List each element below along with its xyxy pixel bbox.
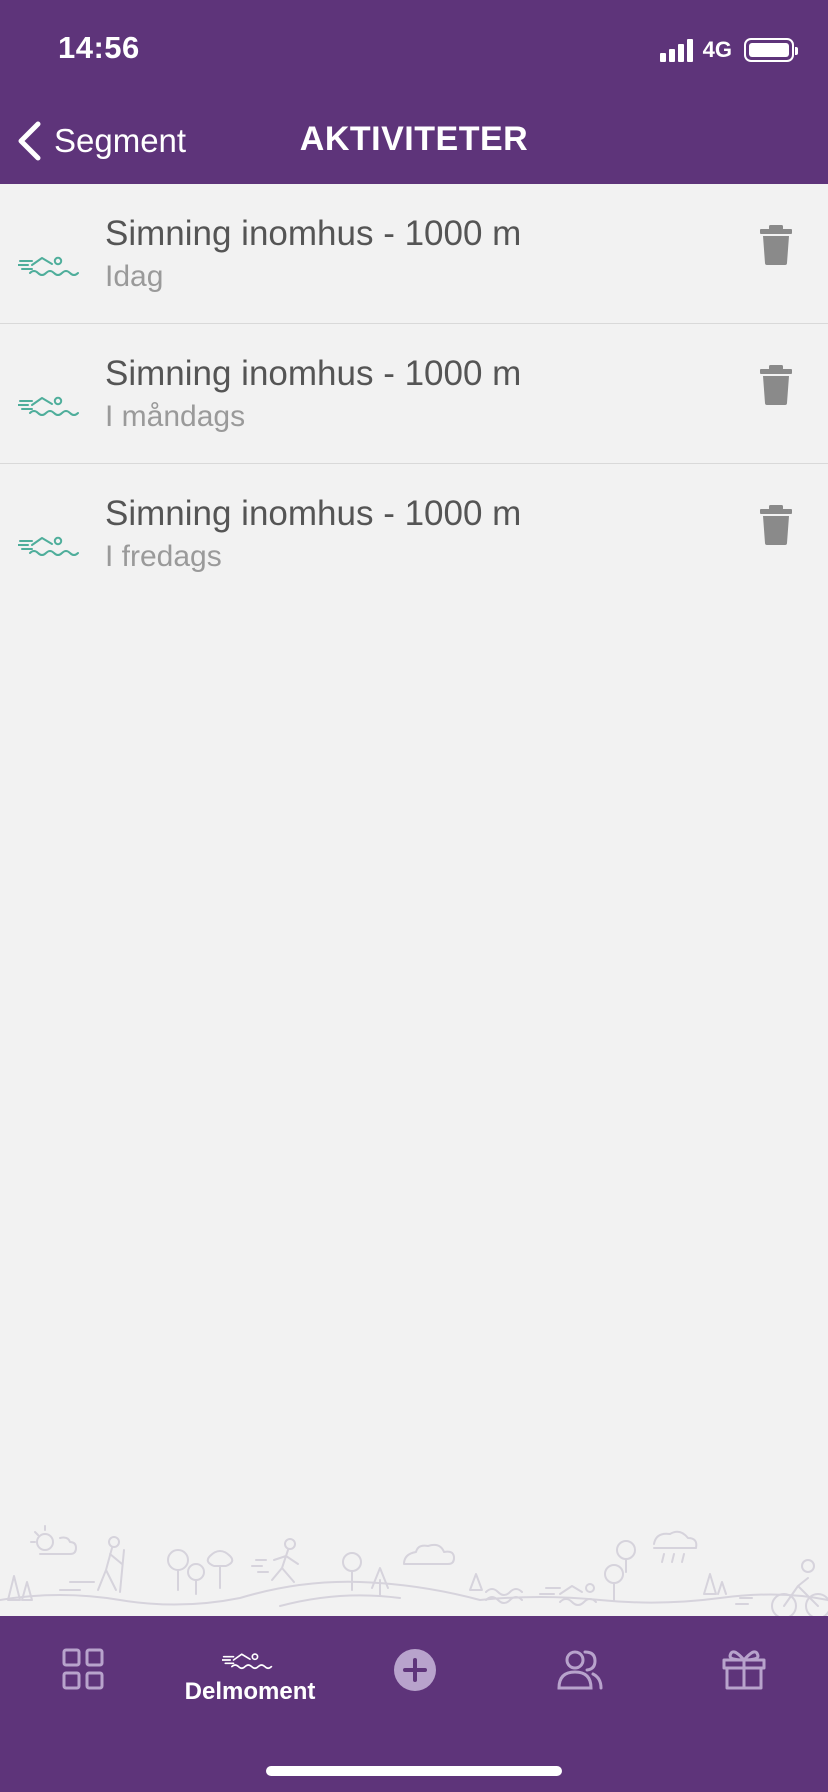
- swimmer-icon: [18, 536, 79, 556]
- activity-row[interactable]: Simning inomhus - 1000 m I fredags: [0, 464, 828, 604]
- activity-list: Simning inomhus - 1000 m Idag Simning in…: [0, 184, 828, 604]
- activity-title: Simning inomhus - 1000 m: [105, 494, 522, 533]
- activity-title: Simning inomhus - 1000 m: [105, 214, 522, 253]
- activity-title: Simning inomhus - 1000 m: [105, 354, 522, 393]
- status-indicators: 4G: [659, 36, 798, 64]
- activity-date: I fredags: [105, 540, 222, 573]
- status-bar: 14:56 4G: [0, 0, 828, 100]
- app-header: 14:56 4G Segment AKTIVITETER: [0, 0, 828, 184]
- landscape-illustration: [0, 1525, 828, 1616]
- plus-circle-icon: [394, 1649, 436, 1691]
- trash-icon[interactable]: [758, 364, 794, 406]
- activity-date: Idag: [105, 260, 164, 293]
- activity-date: I måndags: [105, 400, 246, 433]
- tab-people[interactable]: [554, 1648, 606, 1768]
- trash-icon[interactable]: [758, 224, 794, 266]
- tab-delmoment[interactable]: Delmoment: [170, 1648, 330, 1768]
- activity-row[interactable]: Simning inomhus - 1000 m Idag: [0, 184, 828, 324]
- home-indicator[interactable]: [266, 1766, 562, 1776]
- battery-icon: [744, 38, 798, 62]
- gift-icon: [722, 1650, 766, 1690]
- tab-overview[interactable]: [58, 1648, 108, 1768]
- grid-icon: [62, 1648, 104, 1690]
- trash-icon[interactable]: [758, 504, 794, 546]
- swimmer-icon: [18, 256, 79, 276]
- signal-bars-icon: [659, 38, 693, 62]
- people-icon: [557, 1650, 603, 1690]
- activity-row[interactable]: Simning inomhus - 1000 m I måndags: [0, 324, 828, 464]
- tab-bar: Delmoment: [0, 1616, 828, 1792]
- status-time: 14:56: [58, 30, 140, 65]
- swimmer-icon: [18, 396, 79, 416]
- page-title: AKTIVITETER: [299, 120, 529, 158]
- network-type: 4G: [702, 37, 732, 62]
- tab-rewards[interactable]: [720, 1648, 768, 1768]
- add-button[interactable]: [392, 1648, 438, 1768]
- tab-label-delmoment: Delmoment: [184, 1678, 316, 1705]
- swimmer-icon: [222, 1653, 273, 1670]
